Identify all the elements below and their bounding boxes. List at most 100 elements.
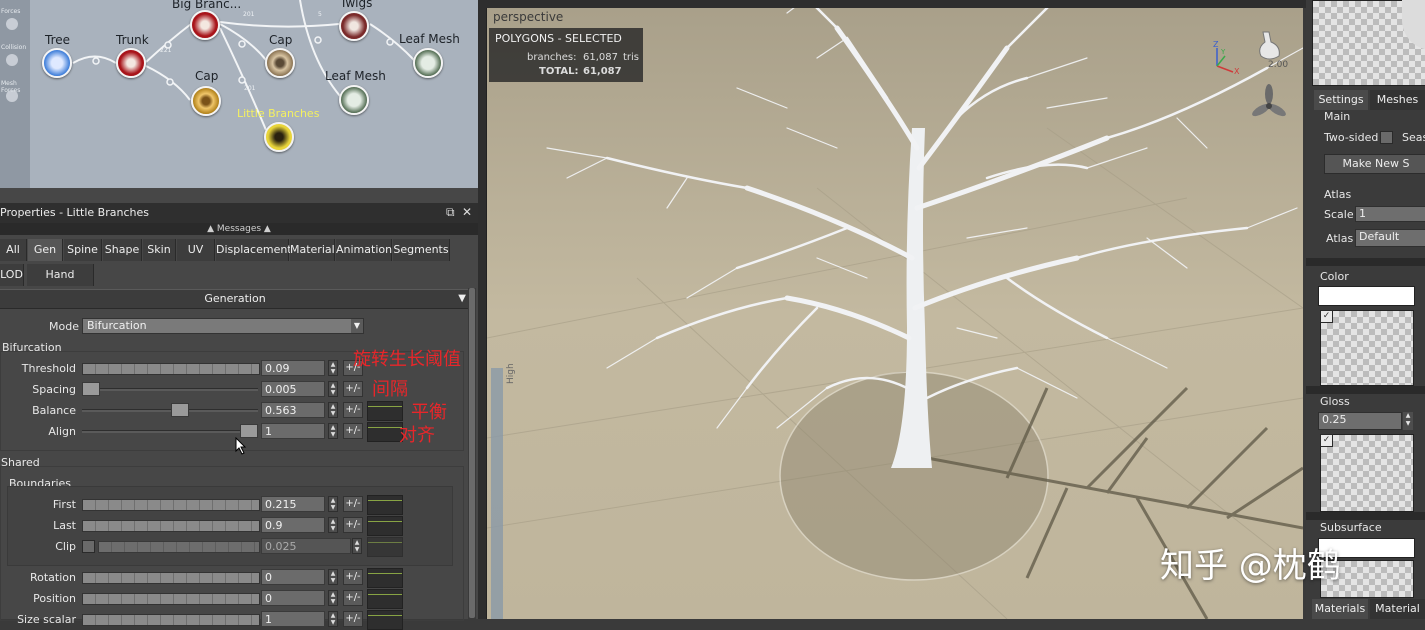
tab-meshes[interactable]: Meshes [1370,90,1425,110]
light-icon[interactable] [1255,28,1287,64]
rotation-curve[interactable] [367,568,403,588]
size-scalar-slider[interactable] [82,614,260,626]
last-curve[interactable] [367,516,403,536]
align-curve[interactable] [367,422,403,442]
threshold-slider[interactable] [82,363,260,375]
clip-checkbox[interactable] [82,540,95,553]
balance-randomize-button[interactable]: +/- [343,402,363,418]
axis-gizmo-icon[interactable]: Z Y X [1207,38,1247,78]
little-branches-node-icon[interactable] [264,122,294,152]
first-spinner[interactable]: ▲ ▼ [328,496,338,512]
tab-gen[interactable]: Gen [28,239,63,261]
make-new-button[interactable]: Make New S [1324,154,1425,174]
cap-node-icon[interactable] [265,48,295,78]
position-slider[interactable] [82,593,260,605]
clip-curve[interactable] [367,537,403,557]
size-scalar-input[interactable]: 1 [261,611,325,627]
first-slider[interactable] [82,499,260,511]
align-input[interactable]: 1 [261,423,325,439]
tab-material[interactable]: Material [290,239,335,261]
clip-input[interactable]: 0.025 [261,538,351,554]
first-randomize-button[interactable]: +/- [343,496,363,512]
position-spinner[interactable]: ▲ ▼ [328,590,338,606]
size-scalar-randomize-button[interactable]: +/- [343,611,363,627]
balance-slider-handle[interactable] [171,403,189,417]
align-spinner[interactable]: ▲ ▼ [328,423,338,439]
rotation-spinner[interactable]: ▲ ▼ [328,569,338,585]
tab-segments[interactable]: Segments [393,239,450,261]
cap-node-icon[interactable] [191,86,221,116]
last-input[interactable]: 0.9 [261,517,325,533]
threshold-input[interactable]: 0.09 [261,360,325,376]
spacing-randomize-button[interactable]: +/- [343,381,363,397]
properties-scrollbar[interactable] [468,288,476,619]
mode-select[interactable]: Bifurcation ▼ [82,318,364,334]
gloss-texture-slot[interactable] [1320,434,1414,512]
scrollbar-thumb[interactable] [469,288,475,618]
float-window-icon[interactable]: ⧉ [446,205,455,220]
rotation-input[interactable]: 0 [261,569,325,585]
color-section-title: Color [1320,270,1349,283]
spacing-slider[interactable] [82,388,258,391]
threshold-spinner[interactable]: ▲ ▼ [328,360,338,376]
twigs-node-icon[interactable] [339,11,369,41]
leaf-mesh-node-icon[interactable] [339,85,369,115]
atlas-select[interactable]: Default [1355,229,1425,247]
tab-displacement[interactable]: Displacement [216,239,292,261]
position-input[interactable]: 0 [261,590,325,606]
balance-slider[interactable] [82,409,258,412]
rotation-randomize-button[interactable]: +/- [343,569,363,585]
scale-label: Scale [1324,208,1354,221]
big-branches-node-icon[interactable] [190,10,220,40]
size-scalar-spinner[interactable]: ▲ ▼ [328,611,338,627]
tab-settings[interactable]: Settings [1314,90,1368,110]
trunk-node-icon[interactable] [116,48,146,78]
scale-input[interactable]: 1 [1355,206,1425,222]
balance-curve[interactable] [367,401,403,421]
tab-lod[interactable]: LOD [0,264,24,286]
tab-material[interactable]: Material [1370,599,1425,619]
align-slider[interactable] [82,430,258,433]
tab-animation[interactable]: Animation [336,239,392,261]
wind-fan-icon[interactable] [1251,84,1287,124]
clip-slider[interactable] [98,541,260,553]
first-curve[interactable] [367,495,403,515]
align-randomize-button[interactable]: +/- [343,423,363,439]
leaf-mesh-node-icon[interactable] [413,48,443,78]
tab-skin[interactable]: Skin [143,239,176,261]
gloss-spinner[interactable]: ▲ ▼ [1403,412,1413,430]
balance-input[interactable]: 0.563 [261,402,325,418]
tab-uv[interactable]: UV [177,239,215,261]
rotation-slider[interactable] [82,572,260,584]
tab-all[interactable]: All [0,239,27,261]
align-slider-handle[interactable] [240,424,258,438]
node-graph[interactable]: Forces Collision Mesh Forces 201 221 5 2… [0,0,478,188]
last-spinner[interactable]: ▲ ▼ [328,517,338,533]
tab-materials[interactable]: Materials [1312,599,1368,619]
position-randomize-button[interactable]: +/- [343,590,363,606]
tab-shape[interactable]: Shape [103,239,142,261]
color-swatch[interactable] [1318,286,1415,306]
collapse-icon[interactable]: ▼ [458,290,466,308]
first-input[interactable]: 0.215 [261,496,325,512]
gloss-input[interactable]: 0.25 [1318,412,1402,430]
3d-viewport[interactable]: High perspective POLYGONS - SELECTED bra… [486,8,1303,619]
tab-spine[interactable]: Spine [64,239,102,261]
generation-section-header[interactable]: Generation ▼ [0,289,470,309]
splitter[interactable] [478,0,486,619]
balance-spinner[interactable]: ▲ ▼ [328,402,338,418]
messages-bar[interactable]: ▲ Messages ▲ [0,223,478,235]
tab-hand-drawn[interactable]: Hand Drawn [27,264,94,303]
two-sided-checkbox[interactable] [1380,131,1393,144]
spacing-slider-handle[interactable] [82,382,100,396]
clip-spinner[interactable]: ▲ ▼ [352,538,362,554]
close-icon[interactable]: ✕ [462,205,472,219]
last-slider[interactable] [82,520,260,532]
position-curve[interactable] [367,589,403,609]
spacing-input[interactable]: 0.005 [261,381,325,397]
size-scalar-curve[interactable] [367,610,403,630]
color-texture-slot[interactable] [1320,310,1414,386]
last-randomize-button[interactable]: +/- [343,517,363,533]
spacing-spinner[interactable]: ▲ ▼ [328,381,338,397]
tree-node-icon[interactable] [42,48,72,78]
